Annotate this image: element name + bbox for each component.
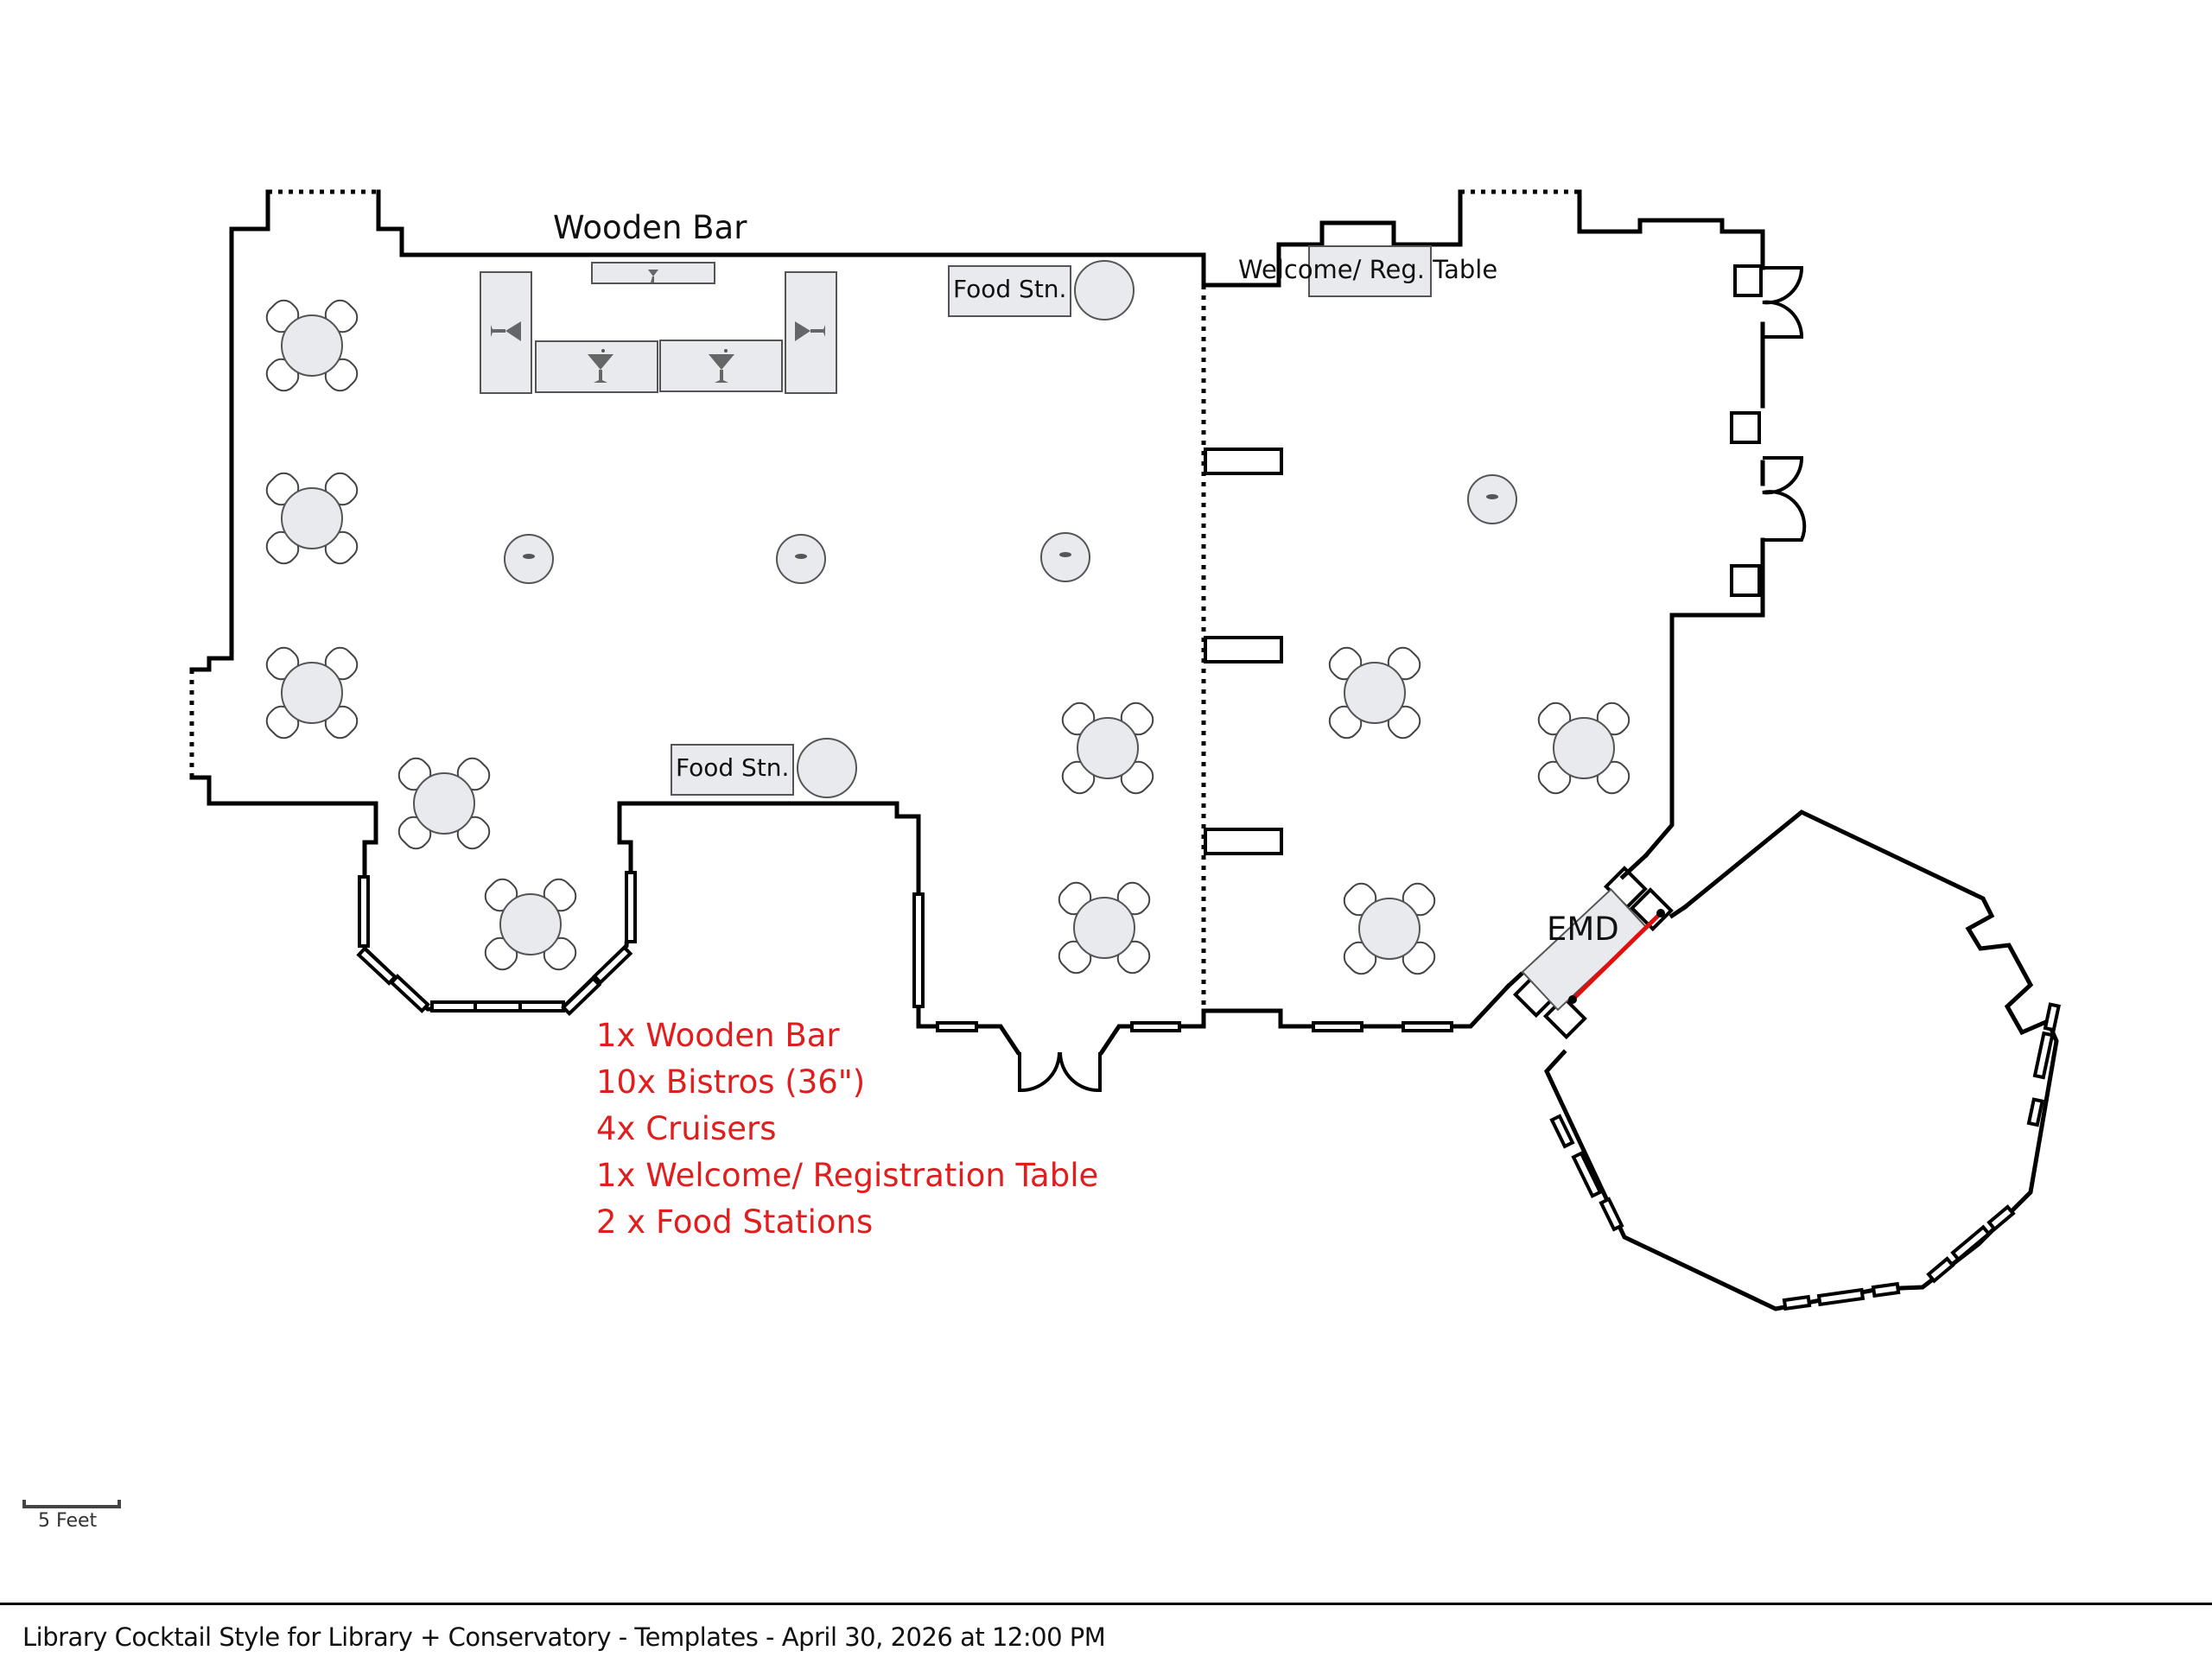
conservatory-walls: [1544, 809, 2061, 1311]
food-station-label: Food Stn.: [676, 753, 789, 782]
emd-label: EMD: [1547, 911, 1619, 948]
cruiser-tables: [504, 474, 1517, 584]
bistro-tables: [265, 299, 1630, 975]
scale-bar: 5 Feet: [22, 1500, 121, 1532]
bistro-table: [265, 646, 359, 740]
floor-plan: Wooden Bar Food Stn. Food Stn. Welcome/ …: [189, 189, 2061, 1311]
food-station: Food Stn.: [671, 738, 857, 798]
bistro-tabletop: [1553, 717, 1615, 779]
bistro-tabletop: [1344, 662, 1406, 724]
bistro-table: [1328, 646, 1421, 740]
bistro-tabletop: [1358, 898, 1421, 960]
emd-table: [1521, 888, 1648, 1012]
bistro-table: [265, 299, 359, 392]
food-station-label: Food Stn.: [953, 275, 1066, 303]
bistro-tabletop: [499, 893, 562, 955]
inventory-item: 1x Wooden Bar: [596, 1017, 840, 1054]
bistro-table: [397, 757, 491, 850]
cruiser-table: [1040, 532, 1090, 582]
cruiser-table: [1467, 474, 1517, 524]
divider-pillars: [1204, 448, 1283, 855]
bistro-tabletop: [281, 487, 343, 549]
footer-divider: [0, 1603, 2212, 1605]
bistro-table: [265, 472, 359, 565]
footer-title: Library Cocktail Style for Library + Con…: [22, 1622, 1106, 1652]
inventory-item: 2 x Food Stations: [596, 1203, 874, 1241]
wooden-bar-label: Wooden Bar: [553, 209, 747, 246]
scale-bar-line: [22, 1500, 121, 1508]
bistro-tabletop: [281, 314, 343, 377]
inventory-item: 1x Welcome/ Registration Table: [596, 1157, 1099, 1194]
inventory-item: 4x Cruisers: [596, 1110, 777, 1147]
food-station: Food Stn.: [948, 260, 1135, 321]
bistro-table: [484, 878, 577, 971]
scale-label: 5 Feet: [38, 1510, 98, 1532]
bistro-table: [1343, 882, 1436, 975]
library-walls: [189, 189, 1765, 1056]
inventory-item: 10x Bistros (36"): [596, 1063, 866, 1101]
bistro-table: [1537, 702, 1630, 795]
welcome-table-label: Welcome/ Reg. Table: [1238, 255, 1497, 284]
wooden-bar: Wooden Bar: [480, 209, 837, 394]
bistro-tabletop: [413, 772, 475, 835]
bistro-table: [1061, 702, 1154, 795]
bistro-table: [1058, 881, 1151, 974]
bistro-tabletop: [281, 662, 343, 724]
bistro-tabletop: [1073, 897, 1135, 959]
cruiser-table: [776, 534, 826, 584]
bistro-tabletop: [1077, 717, 1139, 779]
cruiser-table: [504, 534, 554, 584]
inventory-list: 1x Wooden Bar 10x Bistros (36") 4x Cruis…: [596, 1013, 1098, 1246]
